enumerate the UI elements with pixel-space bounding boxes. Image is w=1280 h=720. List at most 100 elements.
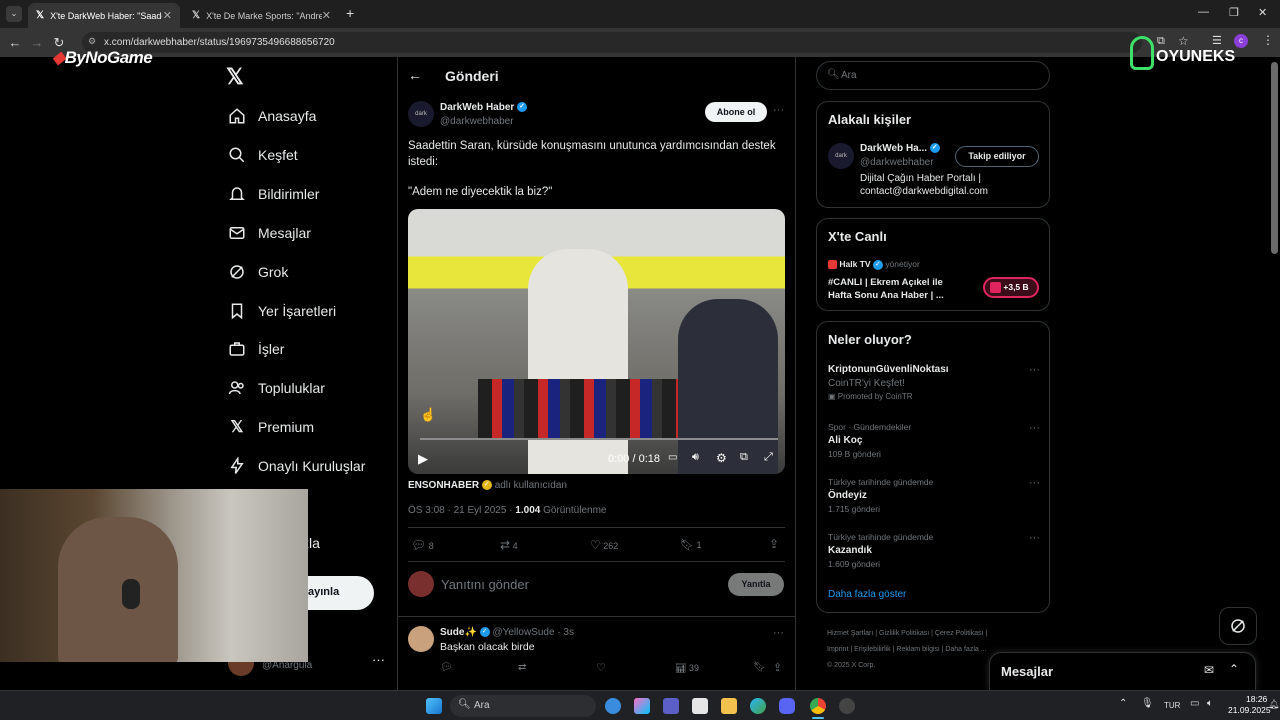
attribution[interactable]: ENSONHABER ✓ adlı kullanıcıdan [408,480,567,491]
grok-floating-button[interactable] [1219,607,1257,645]
video-player[interactable]: ▶ 0:00 / 0:18 ▭ 🔊︎ ⚙ ⧉ ⤢ [408,209,785,474]
live-listeners-pill[interactable]: +3,5 B [983,277,1039,298]
speaker-icon[interactable]: 🔈︎ [1207,698,1213,709]
search-field[interactable]: 🔍︎ Ara [816,61,1050,90]
chrome-icon[interactable] [810,698,826,714]
nav-explore[interactable]: Keşfet [228,140,298,170]
page-scrollbar[interactable] [1271,62,1278,254]
repost-action[interactable]: ⇄ 4 [500,538,518,552]
reply-input[interactable]: Yanıtını gönder [441,577,529,592]
tray-chevron-icon[interactable]: ⌃ [1119,698,1127,709]
footer-link[interactable]: Çerez Politikası [935,630,984,637]
footer-link[interactable]: Imprint [827,646,848,653]
back-arrow-icon[interactable]: ← [408,67,422,83]
expand-icon[interactable]: ⌃ [1229,662,1239,676]
tab-demarke[interactable]: 𝕏 X'te De Marke Sports: "Andre O ✕ [184,3,339,28]
trend-item[interactable]: Türkiye tarihinde gündemde Öndeyiz 1.715… [828,477,1040,517]
url-field[interactable]: ⚙ x.com/darkwebhaber/status/196973549668… [82,32,1142,53]
related-avatar[interactable]: dark [828,143,854,169]
discord-icon[interactable] [779,698,795,714]
reply-button[interactable]: Yanıtla [728,573,784,596]
store-icon[interactable] [692,698,708,714]
tab-menu-button[interactable]: ⌄ [6,6,22,22]
trend-more-icon[interactable]: ··· [1029,422,1040,434]
file-explorer-icon[interactable] [721,698,737,714]
x-home-logo[interactable]: 𝕏 [226,64,244,90]
reply-author-name[interactable]: Sude✨ [440,627,477,638]
site-info-icon[interactable]: ⚙ [88,36,96,47]
nav-grok[interactable]: Grok [228,257,288,287]
following-button[interactable]: Takip ediliyor [955,146,1039,167]
close-window-icon[interactable]: ✕ [1258,6,1267,19]
back-icon[interactable]: ← [4,35,26,50]
language-indicator[interactable]: TUR [1164,701,1180,710]
microphone-icon[interactable]: 🎙︎ [1141,698,1154,709]
footer-link[interactable]: Daha fazla ... [945,646,986,653]
nav-home[interactable]: Anasayfa [228,101,316,131]
reply-bookmark-icon[interactable]: 🔖︎ [753,662,766,673]
volume-icon[interactable]: 🔊︎ [692,451,699,464]
show-more-link[interactable]: Daha fazla göster [828,589,906,600]
browser-menu-icon[interactable]: ⋮ [1262,33,1274,47]
nav-communities[interactable]: Topluluklar [228,373,325,403]
reply-action[interactable]: 💬︎ 8 [411,538,434,552]
footer-link[interactable]: Gizlilik Politikası [879,630,929,637]
display-icon[interactable]: ▭ [1190,698,1199,709]
edge-icon[interactable] [750,698,766,714]
share-icon[interactable]: ⇪ [769,537,779,551]
reply-avatar[interactable] [408,626,434,652]
taskbar-search[interactable]: 🔍︎ Ara [450,695,596,717]
trend-item[interactable]: KriptonunGüvenliNoktası CoinTR'yi Keşfet… [828,364,1040,408]
like-action[interactable]: ♡ 262 [590,538,618,552]
reply-like-icon[interactable]: ♡ [596,661,606,674]
close-tab-icon[interactable]: ✕ [163,9,172,22]
post-more-icon[interactable]: ··· [773,104,784,116]
footer-link[interactable]: Reklam bilgisi [896,646,939,653]
fullscreen-icon[interactable]: ⤢ [764,451,773,464]
reply-reply-icon[interactable]: 💬︎ [440,662,453,673]
video-progress-track[interactable] [420,438,778,440]
clock-date[interactable]: 21.09.2025 [1228,705,1271,715]
live-headline[interactable]: #CANLI | Ekrem Açıkel ile Hafta Sonu Ana… [828,276,968,302]
nav-premium[interactable]: 𝕏 Premium [228,412,314,442]
account-more-icon[interactable]: ··· [372,652,385,667]
nav-messages[interactable]: Mesajlar [228,218,311,248]
reply-share-icon[interactable]: ⇪ [773,661,782,674]
tab-darkweb[interactable]: 𝕏 X'te DarkWeb Haber: "Saadettin ✕ [28,3,180,28]
footer-link[interactable]: Hizmet Şartları [827,630,873,637]
trend-more-icon[interactable]: ··· [1029,532,1040,544]
live-host-row[interactable]: Halk TV ✓ yönetiyor [828,259,920,270]
copilot-icon[interactable] [634,698,650,714]
reply-more-icon[interactable]: ··· [773,627,784,639]
teams-icon[interactable] [663,698,679,714]
close-tab-icon[interactable]: ✕ [322,9,331,22]
subscribe-button[interactable]: Abone ol [705,102,767,122]
minimize-icon[interactable]: — [1198,6,1209,18]
pip-icon[interactable]: ⧉ [740,451,748,464]
notifications-icon[interactable]: 🔔︎ [1268,699,1279,710]
play-icon[interactable]: ▶ [418,451,428,467]
clock-time[interactable]: 18:26 [1246,694,1267,704]
nav-verified-orgs[interactable]: Onaylı Kuruluşlar [228,451,365,481]
bookmark-action[interactable]: 🔖︎ 1 [680,538,702,551]
messages-drawer[interactable]: Mesajlar ✉ ⌃ [989,652,1256,690]
nav-notifications[interactable]: Bildirimler [228,179,319,209]
nav-jobs[interactable]: İşler [228,334,284,364]
related-name-row[interactable]: DarkWeb Ha... ✓ [860,143,940,154]
windows-start-icon[interactable] [426,698,442,714]
trend-more-icon[interactable]: ··· [1029,364,1040,376]
captions-icon[interactable]: ▭ [668,452,677,463]
restore-icon[interactable]: ❐ [1229,6,1239,19]
widgets-icon[interactable] [605,698,621,714]
reply-repost-icon[interactable]: ⇄ [518,662,526,673]
author-avatar[interactable]: dark [408,101,434,127]
nav-bookmarks[interactable]: Yer İşaretleri [228,296,336,326]
app-icon[interactable] [839,698,855,714]
footer-link[interactable]: Erişilebilirlik [854,646,891,653]
settings-gear-icon[interactable]: ⚙ [716,451,727,465]
trend-item[interactable]: Türkiye tarihinde gündemde Kazandık 1.60… [828,532,1040,572]
trend-more-icon[interactable]: ··· [1029,477,1040,489]
new-tab-button[interactable]: + [346,5,354,21]
new-message-icon[interactable]: ✉ [1204,663,1214,677]
forward-icon[interactable]: → [26,35,48,50]
